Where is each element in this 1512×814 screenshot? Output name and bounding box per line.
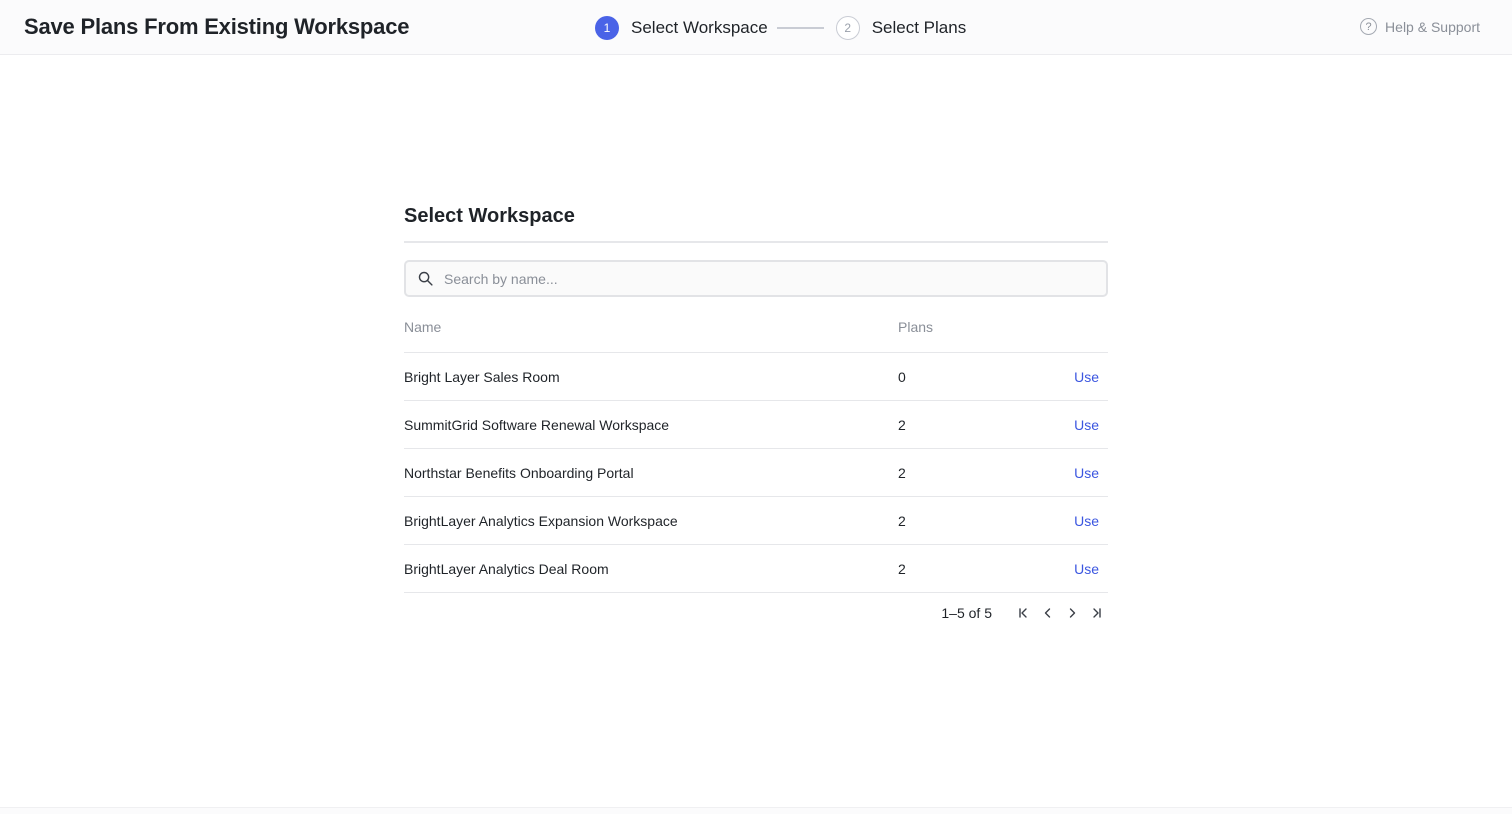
first-page-button[interactable] [1012,603,1036,623]
use-button[interactable]: Use [1074,513,1099,529]
question-circle-icon: ? [1360,18,1378,35]
search-icon [418,271,433,286]
use-button[interactable]: Use [1074,561,1099,577]
table-row: BrightLayer Analytics Deal Room 2 Use [404,545,1108,593]
page-title: Save Plans From Existing Workspace [24,14,410,39]
column-header-plans: Plans [898,319,934,335]
workspace-name: Bright Layer Sales Room [404,368,560,385]
search-input[interactable] [444,270,1064,287]
table-header: Name Plans [404,319,1108,353]
search-box[interactable] [404,260,1108,297]
next-page-button[interactable] [1060,603,1084,623]
previous-page-button[interactable] [1036,603,1060,623]
table-row: SummitGrid Software Renewal Workspace 2 … [404,401,1108,449]
step-1-label: Select Workspace [631,17,768,37]
use-button[interactable]: Use [1074,369,1099,385]
last-page-button[interactable] [1084,603,1108,623]
plans-count: 2 [898,512,906,529]
previous-page-icon [1044,608,1051,618]
table-row: BrightLayer Analytics Expansion Workspac… [404,497,1108,545]
use-button[interactable]: Use [1074,465,1099,481]
help-support-link[interactable]: ? Help & Support [1360,18,1480,35]
top-bar: Save Plans From Existing Workspace 1 Sel… [0,0,1512,55]
plans-count: 2 [898,416,906,433]
table-row: Bright Layer Sales Room 0 Use [404,353,1108,401]
plans-count: 0 [898,368,906,385]
stepper: 1 Select Workspace 2 Select Plans [595,15,966,40]
first-page-icon [1019,608,1027,618]
step-2-label: Select Plans [871,17,967,37]
last-page-icon [1093,608,1101,618]
plans-count: 2 [898,560,906,577]
footer-divider [0,807,1512,814]
section-title: Select Workspace [404,205,1108,243]
pagination: 1–5 of 5 [404,603,1108,623]
help-support-label: Help & Support [1385,18,1480,35]
step-1-indicator: 1 [595,15,619,40]
plans-count: 2 [898,464,906,481]
workspace-name: BrightLayer Analytics Expansion Workspac… [404,512,678,529]
workspace-name: Northstar Benefits Onboarding Portal [404,464,634,481]
workspace-name: BrightLayer Analytics Deal Room [404,560,609,577]
next-page-icon [1069,608,1076,618]
pagination-range: 1–5 of 5 [941,605,992,621]
step-connector [776,26,824,29]
column-header-name: Name [404,319,442,335]
select-workspace-panel: Select Workspace Name Plans Bright Layer… [404,205,1108,623]
use-button[interactable]: Use [1074,417,1099,433]
table-row: Northstar Benefits Onboarding Portal 2 U… [404,449,1108,497]
workspace-name: SummitGrid Software Renewal Workspace [404,416,670,433]
step-2-indicator: 2 [835,15,860,40]
